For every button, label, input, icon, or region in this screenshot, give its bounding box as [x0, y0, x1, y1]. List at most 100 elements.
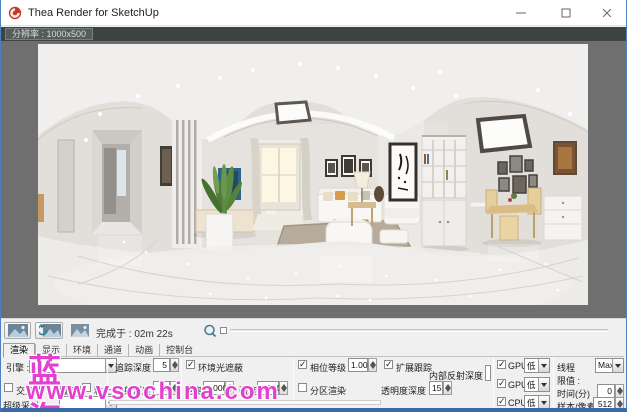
- transparency-depth-label: 透明度深度: [381, 384, 426, 397]
- render-image: [38, 44, 588, 305]
- resolution-bar: 分辨率 : 1000x500: [1, 27, 626, 41]
- app-icon: [8, 6, 22, 20]
- spin-down-icon: [617, 391, 623, 395]
- render-panel: 完成于 : 02m 22s 渲染显示环境通道动画控制台 引擎 : 交互式 服务器…: [1, 318, 626, 408]
- chevron-down-icon: [538, 378, 549, 391]
- minimize-button[interactable]: [506, 0, 536, 26]
- save-image-button[interactable]: [4, 322, 31, 339]
- distance-label: 距离: [184, 384, 202, 397]
- spin-down-icon: [172, 388, 178, 392]
- zoom-slider[interactable]: [230, 329, 608, 332]
- samples-input[interactable]: 512: [593, 397, 615, 411]
- title-bar: Thea Render for SketchUp: [1, 0, 626, 26]
- window-title: Thea Render for SketchUp: [28, 7, 159, 19]
- clay-checkbox[interactable]: [82, 383, 91, 392]
- samples-spinner[interactable]: [615, 397, 624, 411]
- spin-down-icon: [172, 365, 178, 369]
- tab-animation[interactable]: 动画: [128, 344, 159, 357]
- transparency-depth-input[interactable]: 15: [429, 381, 443, 395]
- divider: [181, 359, 182, 406]
- intensity-input[interactable]: 0.300: [257, 381, 279, 395]
- image-icon: [8, 324, 28, 337]
- divider: [293, 359, 294, 406]
- divider: [553, 357, 554, 407]
- phase-level-input[interactable]: 1.00: [348, 358, 368, 372]
- render-button[interactable]: [35, 322, 63, 339]
- supersampling-label: 超级采样: [3, 399, 39, 412]
- diffuse-depth-input[interactable]: 3: [153, 381, 170, 395]
- close-button[interactable]: [592, 0, 622, 26]
- close-icon: [602, 8, 613, 19]
- spin-down-icon: [617, 404, 623, 408]
- spin-down-icon: [227, 388, 233, 392]
- limits-label: 限值 :: [557, 374, 580, 387]
- device-gpu2-priority-select[interactable]: 低: [524, 377, 550, 392]
- minimize-icon: [516, 13, 526, 14]
- tab-console[interactable]: 控制台: [159, 344, 199, 357]
- engine-select[interactable]: [29, 358, 117, 373]
- distance-input[interactable]: 0.000: [203, 381, 225, 395]
- toolbar-checkbox[interactable]: [220, 327, 227, 334]
- tab-display[interactable]: 显示: [35, 344, 66, 357]
- phase-level-spinner[interactable]: [368, 358, 377, 372]
- intensity-label: 强度: [239, 384, 257, 397]
- device-gpu1-checkbox[interactable]: [497, 360, 506, 369]
- diffuse-depth-label: 漫射深度: [111, 384, 151, 397]
- time-spinner[interactable]: [615, 384, 624, 398]
- phase-level-label: 相位等级: [310, 361, 346, 374]
- region-render-checkbox[interactable]: [298, 383, 307, 392]
- chevron-down-icon: [538, 359, 549, 372]
- spin-down-icon: [445, 388, 451, 392]
- maximize-button[interactable]: [551, 0, 581, 26]
- app-window: Thea Render for SketchUp 分辨率 : 1000x500: [0, 0, 627, 412]
- resolution-chip: 分辨率 : 1000x500: [5, 28, 93, 40]
- spin-down-icon: [370, 365, 376, 369]
- chevron-down-icon: [538, 396, 549, 409]
- time-input[interactable]: 0: [597, 384, 615, 398]
- clipped-control: [109, 400, 381, 405]
- tracing-depth-label: 追踪深度: [111, 361, 151, 374]
- spin-down-icon: [281, 388, 287, 392]
- maximize-icon: [562, 9, 571, 18]
- device-cpu-checkbox[interactable]: [497, 397, 506, 406]
- device-gpu1-priority-select[interactable]: 低: [524, 358, 550, 373]
- finished-time-label: 完成于 : 02m 22s: [96, 325, 173, 340]
- chevron-down-icon: [612, 359, 623, 372]
- region-render-label: 分区渲染: [310, 384, 346, 397]
- phase-level-checkbox[interactable]: [298, 360, 307, 369]
- threads-select[interactable]: Max: [595, 358, 624, 373]
- time-label: 时间(分): [557, 387, 590, 400]
- tab-strip: 渲染显示环境通道动画控制台: [3, 343, 624, 357]
- ambient-occlusion-checkbox[interactable]: [186, 360, 195, 369]
- tracing-depth-spinner[interactable]: [170, 358, 179, 372]
- tab-render[interactable]: 渲染: [3, 343, 35, 358]
- diffuse-depth-spinner[interactable]: [170, 381, 179, 395]
- pano-floor: [38, 236, 588, 305]
- device-gpu2-checkbox[interactable]: [497, 379, 506, 388]
- transparency-depth-spinner[interactable]: [443, 381, 452, 395]
- samples-label: 样本/像素: [557, 400, 596, 412]
- ambient-occlusion-label: 环境光遮蔽: [198, 361, 243, 374]
- engine-label: 引擎 :: [6, 361, 29, 374]
- extended-tracing-label: 扩展跟踪: [396, 361, 432, 374]
- distance-spinner[interactable]: [225, 381, 234, 395]
- pano-calligraphy: [390, 144, 416, 200]
- threads-label: 线程: [557, 361, 575, 374]
- interactive-checkbox[interactable]: [4, 383, 13, 392]
- image-refresh-icon: [39, 324, 61, 337]
- zoom-icon[interactable]: [203, 324, 217, 338]
- internal-reflection-input[interactable]: [485, 365, 491, 381]
- tracing-depth-input[interactable]: 5: [153, 358, 170, 372]
- interactive-label: 交互式: [16, 384, 43, 397]
- server-checkbox[interactable]: [47, 383, 56, 392]
- tab-environment[interactable]: 环境: [66, 344, 97, 357]
- save-icon[interactable]: [71, 324, 89, 337]
- tab-channels[interactable]: 通道: [97, 344, 128, 357]
- device-cpu-priority-select[interactable]: 低: [524, 395, 550, 410]
- extended-tracing-checkbox[interactable]: [384, 360, 393, 369]
- divider: [493, 357, 494, 407]
- divider: [107, 359, 108, 406]
- intensity-spinner[interactable]: [279, 381, 288, 395]
- internal-reflection-label: 内部反射深度: [429, 369, 483, 382]
- render-canvas: [1, 41, 626, 318]
